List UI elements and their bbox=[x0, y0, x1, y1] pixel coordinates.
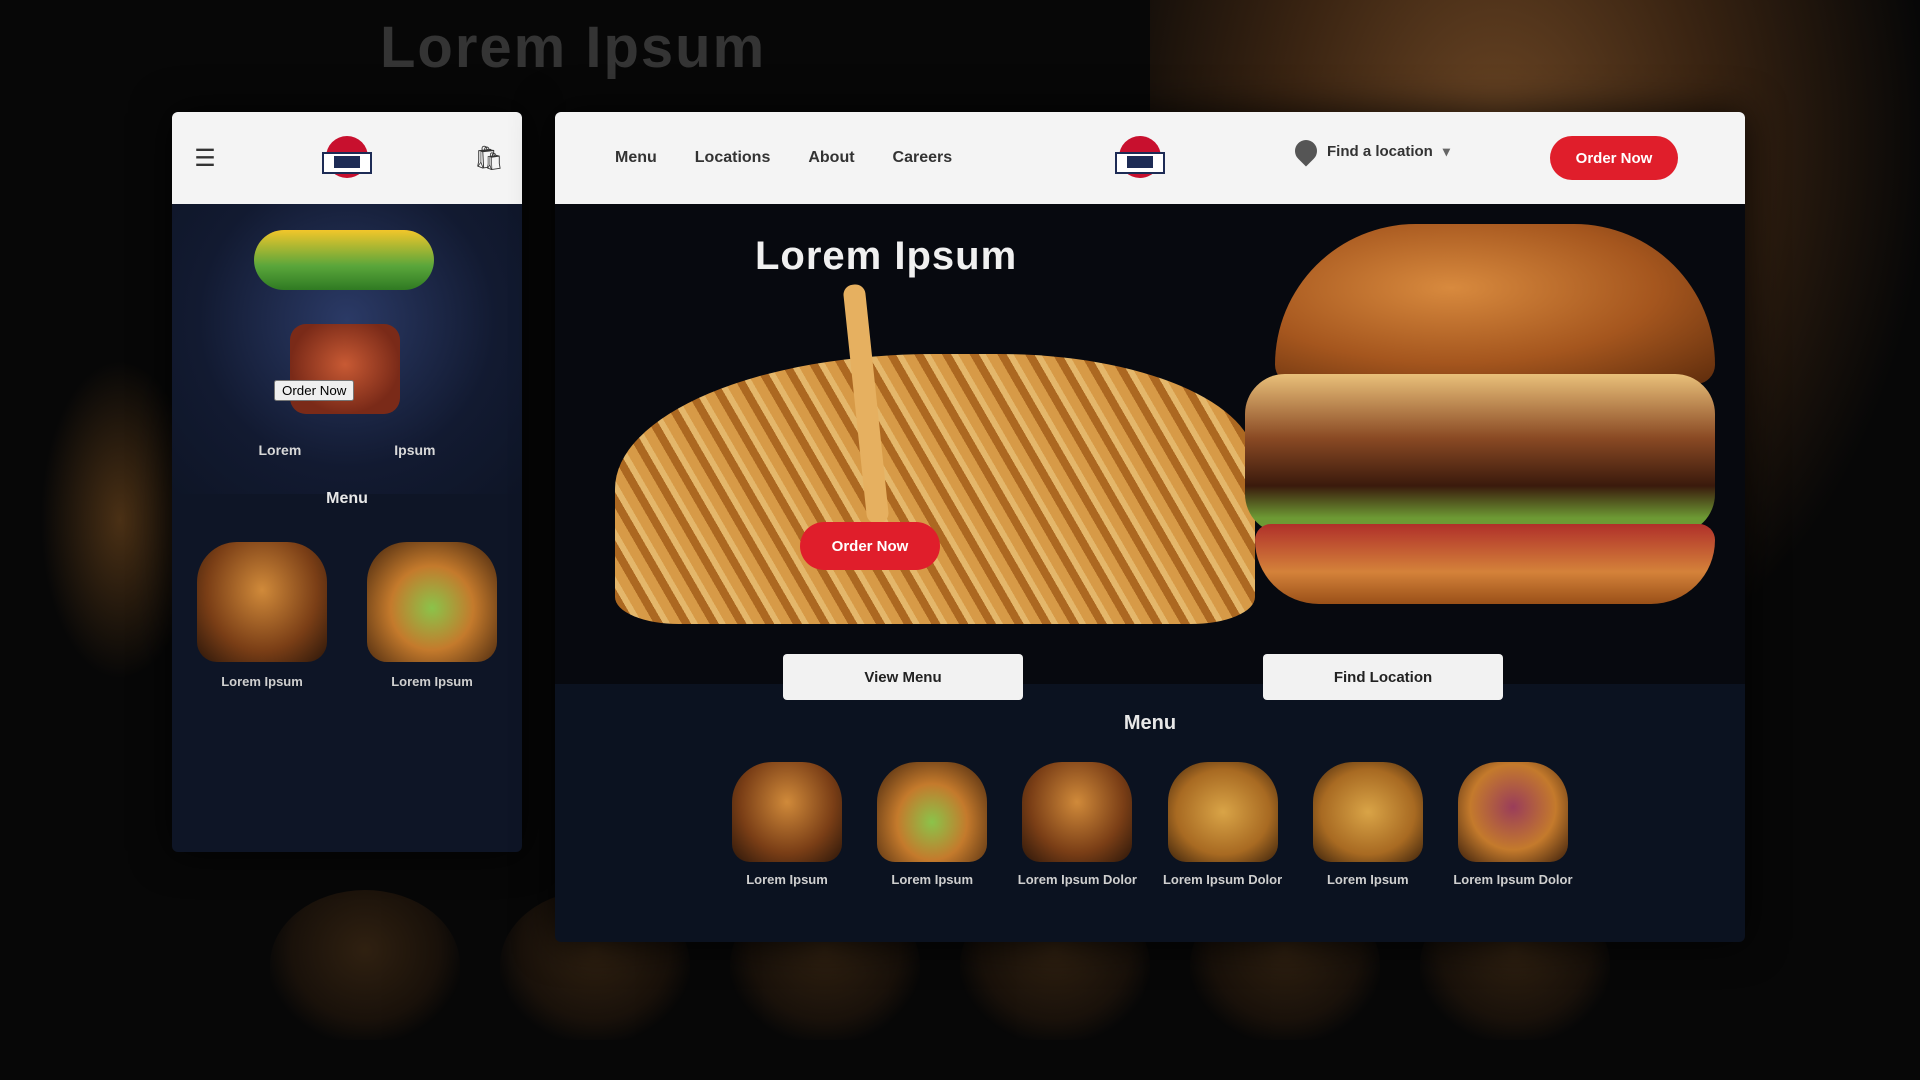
product-card[interactable]: Lorem Ipsum bbox=[356, 542, 508, 689]
nav-link-menu[interactable]: Menu bbox=[615, 149, 657, 167]
nav-link-about[interactable]: About bbox=[808, 149, 854, 167]
product-image bbox=[1167, 762, 1278, 862]
mobile-link[interactable]: Ipsum bbox=[394, 442, 435, 458]
product-image bbox=[732, 762, 842, 862]
nav-link-careers[interactable]: Careers bbox=[893, 149, 953, 167]
product-name: Lorem Ipsum Dolor bbox=[1162, 872, 1283, 887]
mobile-header: ☰ 🛍 bbox=[172, 112, 522, 204]
product-image bbox=[1022, 762, 1133, 862]
hamburger-menu-icon[interactable]: ☰ bbox=[190, 143, 220, 173]
product-name: Lorem Ipsum bbox=[221, 674, 303, 689]
desktop-mockup: Menu Locations About Careers Find a loca… bbox=[555, 112, 1745, 942]
mobile-link[interactable]: Lorem bbox=[258, 442, 301, 458]
product-name: Lorem Ipsum bbox=[746, 872, 828, 887]
hero-burger-base-image bbox=[1255, 524, 1715, 604]
hero-fries-image bbox=[615, 354, 1255, 624]
hero-burger-image bbox=[254, 230, 434, 290]
background-food-image bbox=[270, 890, 460, 1040]
view-menu-button[interactable]: View Menu bbox=[783, 654, 1023, 700]
product-card[interactable]: Lorem Ipsum bbox=[1306, 762, 1430, 888]
product-image bbox=[1457, 762, 1568, 862]
product-image bbox=[877, 762, 988, 862]
hero-burger-filling-image bbox=[1245, 374, 1715, 534]
brand-logo[interactable] bbox=[314, 130, 380, 186]
map-pin-icon bbox=[1290, 135, 1322, 167]
hero-title: Lorem Ipsum bbox=[755, 234, 1018, 278]
product-card[interactable]: Lorem Ipsum Dolor bbox=[1451, 762, 1575, 888]
desktop-hero: Lorem Ipsum Order Now bbox=[555, 204, 1745, 684]
mobile-section-title: Menu bbox=[326, 490, 368, 507]
product-name: Lorem Ipsum Dolor bbox=[1017, 872, 1137, 887]
header-order-button[interactable]: Order Now bbox=[1550, 136, 1678, 180]
hero-burger-bun-image bbox=[1275, 224, 1715, 384]
product-name: Lorem Ipsum bbox=[391, 674, 473, 689]
product-image bbox=[1312, 762, 1423, 862]
product-image bbox=[367, 542, 497, 662]
find-location-button[interactable]: Find Location bbox=[1263, 654, 1503, 700]
mobile-links: Lorem Ipsum bbox=[172, 442, 522, 458]
nav-link-locations[interactable]: Locations bbox=[695, 149, 771, 167]
product-card[interactable]: Lorem Ipsum Dolor bbox=[1161, 762, 1285, 888]
mobile-mockup: ☰ 🛍 Order Now Lorem Ipsum Menu Lorem Ips… bbox=[172, 112, 522, 852]
product-name: Lorem Ipsum bbox=[891, 872, 973, 887]
chevron-down-icon: ▾ bbox=[1442, 142, 1450, 159]
product-card[interactable]: Lorem Ipsum bbox=[186, 542, 338, 689]
main-nav: Menu Locations About Careers bbox=[615, 112, 952, 204]
product-name: Lorem Ipsum bbox=[1326, 872, 1409, 887]
product-card[interactable]: Lorem Ipsum bbox=[870, 762, 994, 888]
desktop-product-list: Lorem Ipsum Lorem Ipsum Lorem Ipsum Dolo… bbox=[725, 762, 1575, 888]
desktop-header: Menu Locations About Careers Find a loca… bbox=[555, 112, 1745, 204]
mobile-product-list: Lorem Ipsum Lorem Ipsum bbox=[186, 542, 508, 689]
background-title: Lorem Ipsum bbox=[380, 15, 767, 80]
hero-order-button[interactable]: Order Now bbox=[800, 522, 940, 570]
product-image bbox=[197, 542, 327, 662]
product-card[interactable]: Lorem Ipsum bbox=[725, 762, 849, 888]
mobile-order-button[interactable]: Order Now bbox=[274, 380, 355, 401]
brand-logo[interactable] bbox=[1107, 130, 1173, 186]
product-card[interactable]: Lorem Ipsum Dolor bbox=[1015, 762, 1139, 888]
shopping-bag-icon[interactable]: 🛍 bbox=[474, 143, 504, 173]
location-label: Find a location bbox=[1327, 142, 1433, 160]
location-selector[interactable]: Find a location ▾ bbox=[1290, 135, 1450, 167]
desktop-section-title: Menu bbox=[1123, 712, 1177, 734]
product-name: Lorem Ipsum Dolor bbox=[1453, 872, 1573, 887]
